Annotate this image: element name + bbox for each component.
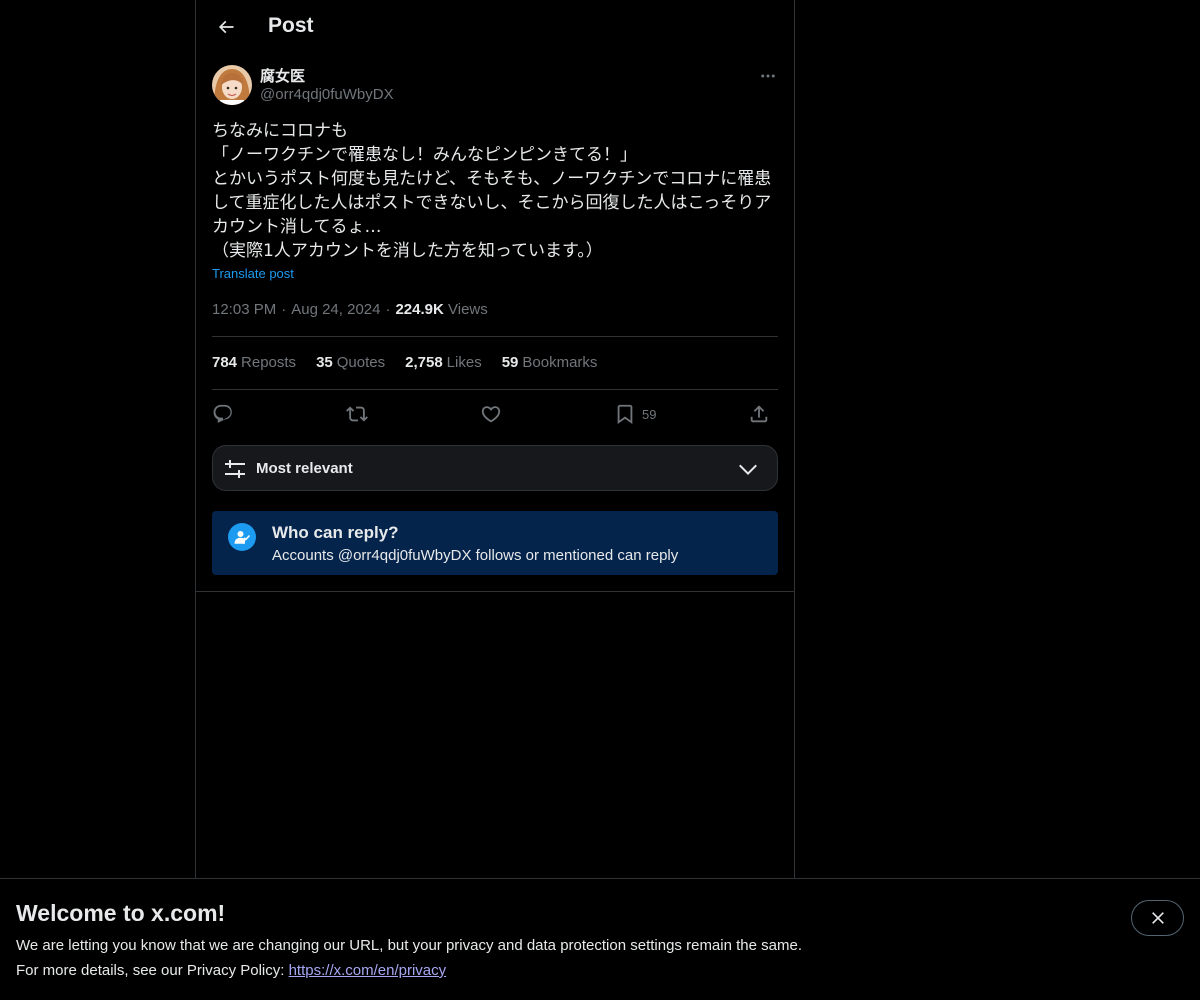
engagement-stats: 784 Reposts 35 Quotes 2,758 Likes 59 Bookmar… xyxy=(212,354,617,371)
action-bar: 59 xyxy=(212,398,778,430)
chevron-down-icon xyxy=(739,464,757,476)
person-check-icon xyxy=(228,523,256,551)
views-count: 224.9K xyxy=(395,301,444,318)
banner-message: We are letting you know that we are chan… xyxy=(16,937,802,954)
banner-privacy-line: For more details, see our Privacy Policy… xyxy=(16,962,447,979)
bookmark-count: 59 xyxy=(642,406,657,422)
banner-close-button[interactable] xyxy=(1131,900,1184,936)
repost-button[interactable] xyxy=(346,398,368,430)
post-text: ちなみにコロナも 「ノーワクチンで罹患なし！みんなピンピンきてる！」 とかいうポ… xyxy=(212,121,772,261)
main-column: Post 腐女医 @orr4qdj0fuWbyDX ちなみにコロナも 「ノーワク… xyxy=(195,0,795,878)
bookmark-button[interactable]: 59 xyxy=(614,398,656,430)
stat-likes[interactable]: 2,758 Likes xyxy=(405,354,482,371)
avatar[interactable] xyxy=(212,65,252,105)
who-can-reply-title: Who can reply? xyxy=(272,523,399,542)
sliders-icon xyxy=(225,460,245,478)
banner-title: Welcome to x.com! xyxy=(16,900,226,926)
post-date[interactable]: Aug 24, 2024 xyxy=(291,301,380,318)
stat-quotes[interactable]: 35 Quotes xyxy=(316,354,385,371)
privacy-policy-link[interactable]: https://x.com/en/privacy xyxy=(289,962,447,979)
who-can-reply-notice: Who can reply? Accounts @orr4qdj0fuWbyDX… xyxy=(212,511,778,575)
who-can-reply-subtitle: Accounts @orr4qdj0fuWbyDX follows or men… xyxy=(272,547,679,564)
heart-icon xyxy=(481,406,501,423)
page-title: Post xyxy=(268,14,314,37)
views-label: Views xyxy=(448,301,488,318)
share-button[interactable] xyxy=(748,398,770,430)
back-button[interactable] xyxy=(208,9,244,45)
more-dots-icon xyxy=(761,74,775,78)
reply-button[interactable] xyxy=(212,398,234,430)
like-button[interactable] xyxy=(480,398,502,430)
arrow-left-icon xyxy=(218,20,234,34)
sort-replies-dropdown[interactable]: Most relevant xyxy=(212,445,778,491)
divider xyxy=(212,336,778,337)
sort-label: Most relevant xyxy=(256,460,353,477)
post-time[interactable]: 12:03 PM xyxy=(212,301,276,318)
divider xyxy=(196,591,794,592)
post-header: Post xyxy=(196,0,794,54)
reply-icon xyxy=(213,404,232,423)
bookmark-icon xyxy=(617,404,633,425)
stat-bookmarks[interactable]: 59 Bookmarks xyxy=(502,354,598,371)
stat-reposts[interactable]: 784 Reposts xyxy=(212,354,296,371)
meta-separator: · xyxy=(385,301,391,318)
repost-icon xyxy=(346,406,368,422)
close-icon xyxy=(1151,912,1164,924)
share-icon xyxy=(750,405,768,423)
meta-separator: · xyxy=(281,301,287,318)
divider xyxy=(212,389,778,390)
translate-post-link[interactable]: Translate post xyxy=(212,266,294,281)
author-handle[interactable]: @orr4qdj0fuWbyDX xyxy=(260,86,394,103)
author-display-name[interactable]: 腐女医 xyxy=(260,65,305,86)
url-change-banner: Welcome to x.com! We are letting you kno… xyxy=(0,878,1200,1000)
more-options-button[interactable] xyxy=(754,62,782,90)
post-meta: 12:03 PM · Aug 24, 2024 · 224.9K Views xyxy=(212,301,488,318)
